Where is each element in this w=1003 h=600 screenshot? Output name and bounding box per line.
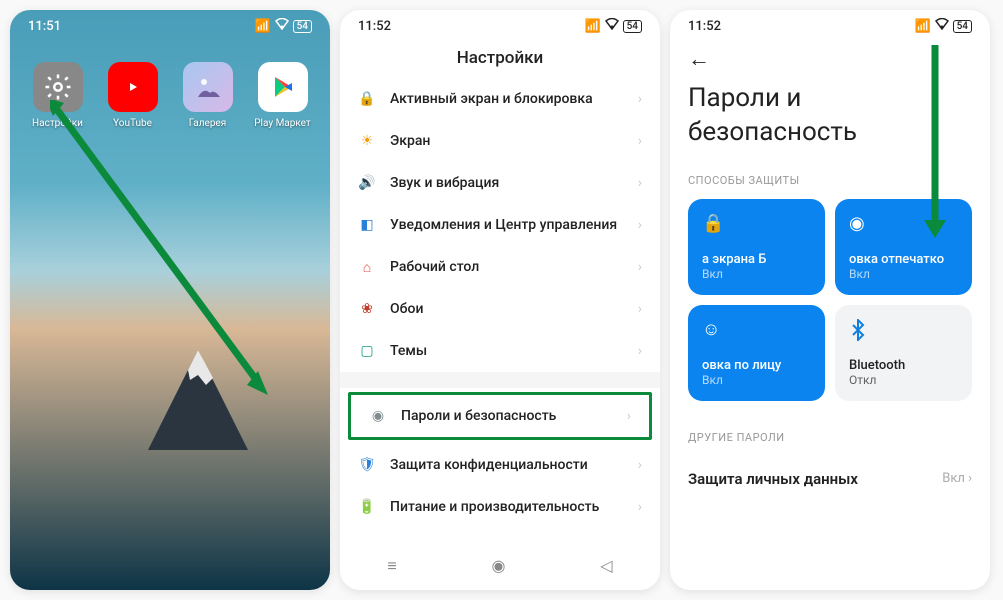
card-icon: 🔒 <box>702 213 811 234</box>
setting-label: Экран <box>390 133 624 149</box>
security-card[interactable]: 🔒 а экрана Б Вкл <box>688 199 825 295</box>
setting-item[interactable]: 🔊 Звук и вибрация › <box>340 162 660 204</box>
card-title: Bluetooth <box>849 358 958 373</box>
chevron-right-icon: › <box>627 408 631 424</box>
signal-icon: 📶 <box>254 19 270 34</box>
status-icons: 📶 54 <box>254 18 312 34</box>
chevron-right-icon: › <box>638 91 642 107</box>
setting-label: Защита конфиденциальности <box>390 457 624 473</box>
setting-label: Темы <box>390 343 624 359</box>
clock: 11:51 <box>28 19 61 34</box>
setting-label: Активный экран и блокировка <box>390 91 624 107</box>
chevron-right-icon: › <box>638 259 642 275</box>
card-title: а экрана Б <box>702 252 811 267</box>
battery-icon: 54 <box>623 20 642 33</box>
setting-item[interactable]: ❀ Обои › <box>340 288 660 330</box>
signal-icon: 📶 <box>914 19 930 34</box>
battery-icon: 54 <box>953 20 972 33</box>
chevron-right-icon: › <box>638 217 642 233</box>
setting-item[interactable]: 🔒 Активный экран и блокировка › <box>340 78 660 120</box>
chevron-right-icon: › <box>638 133 642 149</box>
clock: 11:52 <box>688 19 721 34</box>
status-bar: 11:52 📶 54 <box>340 10 660 42</box>
divider <box>340 372 660 388</box>
status-icons: 📶 54 <box>584 18 642 34</box>
card-title: овка отпечатко <box>849 252 958 267</box>
setting-label: Уведомления и Центр управления <box>390 217 624 233</box>
setting-icon: ▢ <box>358 342 376 360</box>
annotation-arrow <box>50 100 280 410</box>
status-icons: 📶 54 <box>914 18 972 34</box>
nav-menu[interactable]: ≡ <box>387 556 396 576</box>
setting-label: Звук и вибрация <box>390 175 624 191</box>
other-value: Вкл › <box>942 471 972 486</box>
card-subtitle: Вкл <box>702 267 811 281</box>
setting-label: Обои <box>390 301 624 317</box>
setting-icon: ❀ <box>358 300 376 318</box>
chevron-right-icon: › <box>638 457 642 473</box>
clock: 11:52 <box>358 19 391 34</box>
annotation-arrow <box>920 40 950 240</box>
wifi-icon <box>275 18 289 34</box>
security-card[interactable]: Bluetooth Откл <box>835 305 972 401</box>
setting-icon: ◧ <box>358 216 376 234</box>
setting-icon: 🛡 <box>358 456 376 474</box>
setting-item[interactable]: ◧ Уведомления и Центр управления › <box>340 204 660 246</box>
setting-icon: ⌂ <box>358 258 376 276</box>
other-item[interactable]: Защита личных данных Вкл › <box>670 456 990 502</box>
setting-icon: 🔒 <box>358 90 376 108</box>
wifi-icon <box>935 18 949 34</box>
nav-bar: ≡ ◉ ◁ <box>340 542 660 590</box>
setting-label: Пароли и безопасность <box>401 408 613 424</box>
security-screen: 11:52 📶 54 ← Пароли и безопасность СПОСО… <box>670 10 990 590</box>
setting-icon: ◉ <box>369 407 387 425</box>
section-label: ДРУГИЕ ПАРОЛИ <box>670 427 990 456</box>
status-bar: 11:52 📶 54 <box>670 10 990 42</box>
setting-item[interactable]: 🛡 Защита конфиденциальности › <box>340 444 660 486</box>
setting-item[interactable]: ▢ Темы › <box>340 330 660 372</box>
setting-label: Питание и производительность <box>390 499 624 515</box>
wifi-icon <box>605 18 619 34</box>
nav-home[interactable]: ◉ <box>492 556 506 576</box>
chevron-right-icon: › <box>638 175 642 191</box>
home-screen: 11:51 📶 54 Настройки YouTube Галерея <box>10 10 330 590</box>
card-subtitle: Вкл <box>849 267 958 281</box>
card-subtitle: Откл <box>849 373 958 387</box>
chevron-right-icon: › <box>638 301 642 317</box>
settings-list: 🔒 Активный экран и блокировка ›☀ Экран ›… <box>340 78 660 570</box>
security-card[interactable]: ◉ овка отпечатко Вкл <box>835 199 972 295</box>
chevron-right-icon: › <box>638 343 642 359</box>
setting-icon: ☀ <box>358 132 376 150</box>
setting-item[interactable]: 🔋 Питание и производительность › <box>340 486 660 528</box>
security-card[interactable]: ☺ овка по лицу Вкл <box>688 305 825 401</box>
setting-item[interactable]: ◉ Пароли и безопасность › <box>348 392 652 440</box>
chevron-right-icon: › <box>638 499 642 515</box>
status-bar: 11:51 📶 54 <box>10 10 330 42</box>
settings-title: Настройки <box>340 42 660 78</box>
other-label: Защита личных данных <box>688 470 858 488</box>
settings-screen: 11:52 📶 54 Настройки 🔒 Активный экран и … <box>340 10 660 590</box>
card-icon: ☺ <box>702 319 811 340</box>
setting-icon: 🔊 <box>358 174 376 192</box>
card-icon <box>849 319 958 346</box>
nav-back[interactable]: ◁ <box>600 556 612 576</box>
setting-item[interactable]: ⌂ Рабочий стол › <box>340 246 660 288</box>
signal-icon: 📶 <box>584 19 600 34</box>
setting-label: Рабочий стол <box>390 259 624 275</box>
setting-icon: 🔋 <box>358 498 376 516</box>
card-title: овка по лицу <box>702 358 811 373</box>
battery-icon: 54 <box>293 20 312 33</box>
card-subtitle: Вкл <box>702 373 811 387</box>
setting-item[interactable]: ☀ Экран › <box>340 120 660 162</box>
